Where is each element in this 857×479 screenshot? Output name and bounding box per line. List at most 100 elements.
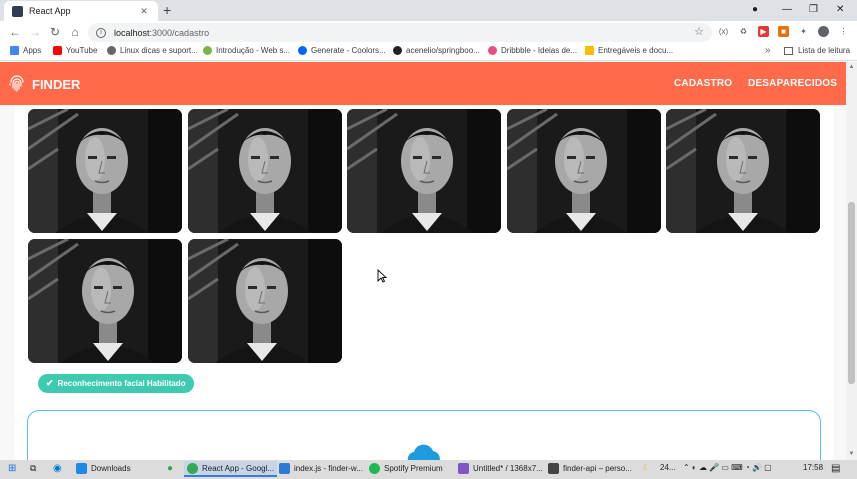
face-photo[interactable] [666, 109, 820, 233]
reading-list-icon [784, 46, 793, 55]
chrome-menu-icon[interactable]: ⋮ [838, 26, 849, 37]
dribbble-icon [488, 46, 497, 55]
face-recognition-label: Reconhecimento facial Habilitado [57, 379, 186, 388]
bookmark-github[interactable]: acenelio/springboo... [393, 46, 480, 55]
minimize-icon[interactable]: — [782, 2, 792, 18]
face-photo[interactable] [28, 239, 182, 363]
back-icon[interactable]: ← [8, 24, 22, 40]
web-icon [203, 46, 212, 55]
taskbar-downloads[interactable]: Downloads [76, 463, 131, 474]
address-bar[interactable]: i localhost:3000/cadastro ☆ [88, 23, 712, 42]
bookmark-label: Entregáveis e docu... [598, 46, 674, 55]
taskbar-finder-api[interactable]: finder-api – perso... [548, 463, 632, 474]
bookmark-label: Introdução - Web s... [216, 46, 291, 55]
close-tab-icon[interactable]: ✕ [138, 6, 150, 17]
page-viewport: FINDER CADASTRO DESAPARECIDOS ✔ Reconhec… [0, 62, 857, 460]
extension-icon-2[interactable]: ♻ [738, 26, 749, 37]
windows-taskbar: ⊞ ⧉ ◉ Downloads ● React App - Googl... i… [0, 460, 857, 479]
scrollbar-thumb[interactable] [848, 202, 855, 384]
extension-icon-1[interactable]: (x) [718, 26, 729, 37]
extension-icon-3[interactable]: ▶ [758, 26, 769, 37]
google-drive-icon [585, 46, 594, 55]
profile-avatar[interactable] [818, 26, 829, 37]
bookmark-introducao[interactable]: Introdução - Web s... [203, 46, 290, 55]
face-photo[interactable] [188, 239, 342, 363]
mouse-cursor-icon [377, 269, 387, 283]
extension-icon-4[interactable]: ■ [778, 26, 789, 37]
finder-logo[interactable]: FINDER [8, 75, 80, 93]
system-tray-icons[interactable]: ⌃ ◐ ☁ 🎤 ▭ ⌨ ◔ 🔊 ▢ [683, 463, 772, 472]
taskbar-untitled[interactable]: Untitled* / 1368x7... [458, 463, 543, 474]
scroll-up-icon[interactable]: ▲ [846, 62, 857, 73]
taskbar-label: Spotify Premium [384, 464, 443, 473]
fingerprint-icon [9, 75, 24, 92]
extensions-puzzle-icon[interactable]: ✦ [798, 26, 809, 37]
taskbar-vscode[interactable]: index.js - finder-w... [279, 463, 363, 474]
taskbar-label: index.js - finder-w... [294, 464, 363, 473]
reload-icon[interactable]: ↻ [48, 24, 62, 40]
forward-icon[interactable]: → [28, 24, 42, 40]
bookmark-label: Dribbble - Ideias de... [501, 46, 578, 55]
bookmark-youtube[interactable]: YouTube [53, 46, 97, 55]
scroll-down-icon[interactable]: ▼ [846, 449, 857, 460]
bookmark-linux[interactable]: Linux dicas e suport... [107, 46, 198, 55]
face-recognition-badge: ✔ Reconhecimento facial Habilitado [38, 374, 194, 393]
intellij-icon [548, 463, 559, 474]
browser-tab[interactable]: React App ✕ [4, 1, 158, 21]
download-folder-icon [76, 463, 87, 474]
task-view-icon[interactable]: ⧉ [30, 463, 36, 474]
more-bookmarks-button[interactable]: » [765, 45, 771, 56]
close-window-icon[interactable]: ✕ [836, 2, 844, 18]
bookmark-drive[interactable]: Entregáveis e docu... [585, 46, 673, 55]
portrait-image [507, 109, 661, 233]
page-scrollbar[interactable]: ▲ ▼ [846, 62, 857, 460]
bookmark-coolors[interactable]: Generate - Coolors... [298, 46, 386, 55]
nav-cadastro[interactable]: CADASTRO [674, 78, 732, 89]
face-photo[interactable] [188, 109, 342, 233]
media-control-icon[interactable]: ● [752, 2, 758, 18]
portrait-image [28, 239, 182, 363]
face-photo[interactable] [28, 109, 182, 233]
weather-icon[interactable]: ☾ [643, 463, 650, 472]
coolors-icon [298, 46, 307, 55]
react-favicon-icon [12, 5, 23, 17]
brand-name: FINDER [32, 76, 81, 92]
clock[interactable]: 17:58 [803, 463, 823, 472]
edge-icon[interactable]: ◉ [53, 463, 62, 474]
github-icon [393, 46, 402, 55]
face-photo[interactable] [347, 109, 501, 233]
weather-text[interactable]: 24... [660, 463, 676, 472]
vscode-icon [279, 463, 290, 474]
nav-desaparecidos[interactable]: DESAPARECIDOS [748, 78, 837, 89]
bookmark-apps[interactable]: Apps [10, 46, 41, 55]
windows-start-icon[interactable]: ⊞ [8, 463, 16, 474]
taskbar-label: Untitled* / 1368x7... [473, 464, 543, 473]
portrait-image [28, 109, 182, 233]
tab-title: React App [29, 6, 71, 16]
home-icon[interactable]: ⌂ [68, 24, 82, 40]
taskbar-label: finder-api – perso... [563, 464, 632, 473]
spotify-icon [369, 463, 380, 474]
bookmark-label: acenelio/springboo... [406, 46, 480, 55]
bookmark-star-icon[interactable]: ☆ [694, 25, 704, 38]
portrait-image [188, 239, 342, 363]
taskbar-label: Downloads [91, 464, 131, 473]
face-photo[interactable] [507, 109, 661, 233]
reading-list-button[interactable]: Lista de leitura [784, 46, 850, 55]
site-info-icon[interactable]: i [96, 27, 106, 38]
notifications-icon[interactable]: ▤ [831, 463, 840, 474]
browser-tab-strip: React App ✕ + ● — ❐ ✕ [0, 0, 857, 21]
youtube-icon [53, 46, 62, 55]
cloud-upload-icon [407, 444, 440, 460]
taskbar-spotify[interactable]: Spotify Premium [369, 463, 443, 474]
maximize-icon[interactable]: ❐ [809, 2, 818, 18]
bookmark-label: Apps [23, 46, 42, 55]
new-tab-button[interactable]: + [163, 2, 171, 18]
bookmark-label: YouTube [66, 46, 98, 55]
taskbar-react-app[interactable]: React App - Googl... [184, 461, 278, 477]
bookmark-dribbble[interactable]: Dribbble - Ideias de... [488, 46, 577, 55]
url-text: localhost:3000/cadastro [114, 27, 210, 38]
chrome-pinned-icon[interactable]: ● [167, 463, 173, 474]
bookmarks-bar: Apps YouTube Linux dicas e suport... Int… [0, 44, 857, 61]
portrait-image [666, 109, 820, 233]
